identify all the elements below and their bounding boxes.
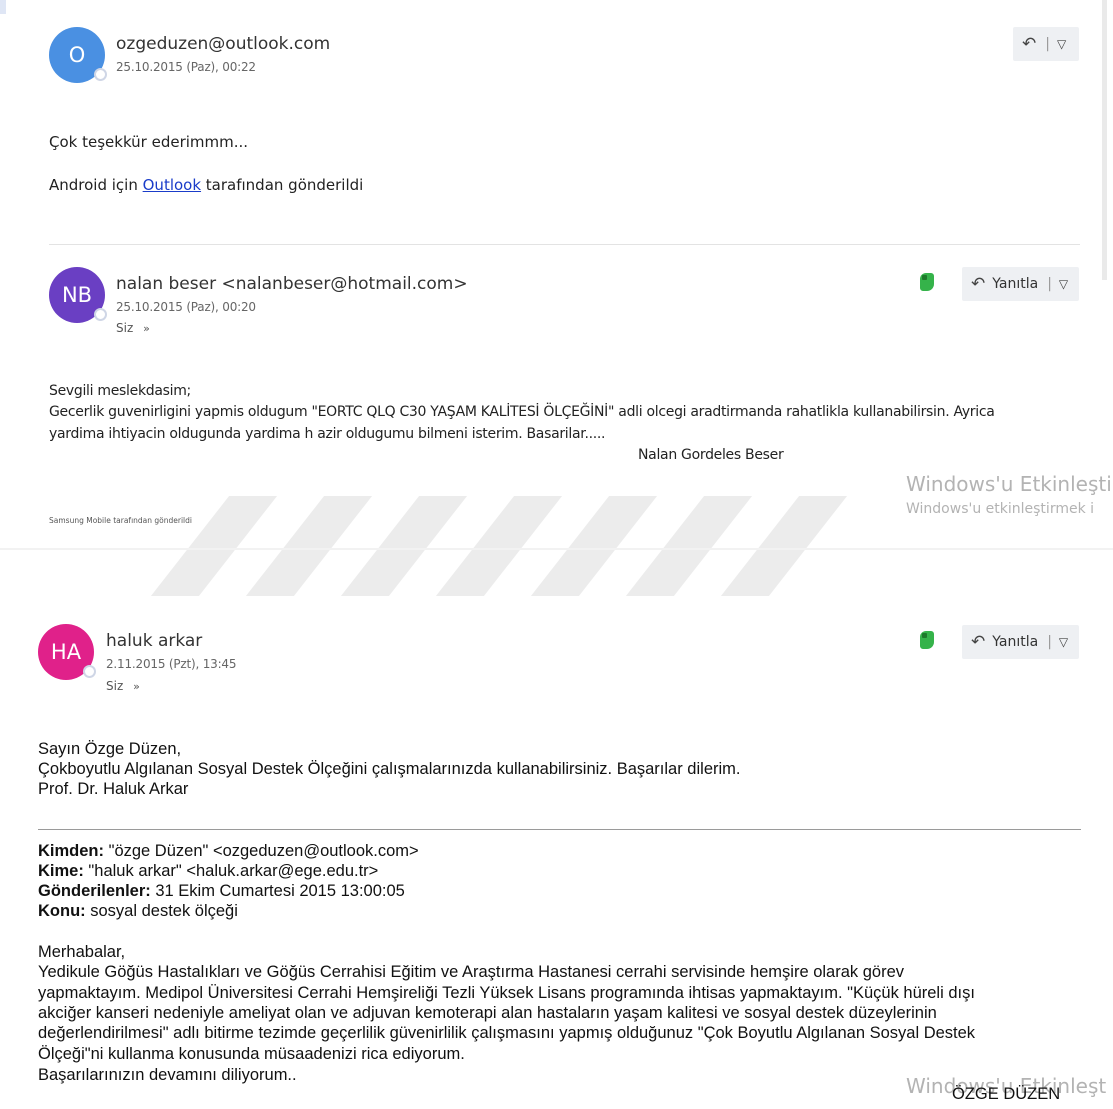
body-line-1: Çok teşekkür ederimmm... xyxy=(49,133,249,151)
recipient-label: Siz xyxy=(116,321,134,335)
quoted-from: Kimden: "özge Düzen" <ozgeduzen@outlook.… xyxy=(38,841,419,861)
to-value: "haluk arkar" <haluk.arkar@ege.edu.tr> xyxy=(83,862,379,880)
evernote-icon[interactable] xyxy=(920,631,934,649)
message-date: 25.10.2015 (Paz), 00:20 xyxy=(116,300,256,314)
recipient-label: Siz xyxy=(106,679,124,693)
subject-value: sosyal destek ölçeği xyxy=(85,902,238,920)
reply-icon: ↶ xyxy=(1022,34,1037,54)
recipients-toggle[interactable]: Siz » xyxy=(106,679,140,693)
body-line-2: Android için Outlook tarafından gönderil… xyxy=(49,176,363,194)
sender-name[interactable]: ozgeduzen@outlook.com xyxy=(116,34,330,54)
quoted-sent: Gönderilenler: 31 Ekim Cumartesi 2015 13… xyxy=(38,881,405,901)
chevron-down-icon[interactable]: ▽ xyxy=(1057,37,1066,51)
reply-icon: ↶ xyxy=(971,632,986,652)
expand-icon: » xyxy=(143,322,150,335)
sender-name[interactable]: haluk arkar xyxy=(106,631,202,651)
quoted-line-4: değerlendirilmesi" adlı bitirme tezimde … xyxy=(38,1024,976,1042)
sent-label: Gönderilenler: xyxy=(38,882,151,900)
presence-icon xyxy=(94,68,107,81)
divider: | xyxy=(1047,634,1052,650)
quoted-line-3: akciğer kanseri nedeniyle ameliyat olan … xyxy=(38,1004,937,1022)
expand-icon: » xyxy=(133,680,140,693)
body-text: tarafından gönderildi xyxy=(201,176,364,194)
reply-button[interactable]: ↶ Yanıtla | ▽ xyxy=(962,267,1079,301)
presence-icon xyxy=(94,308,107,321)
reply-icon: ↶ xyxy=(971,274,986,294)
sender-name[interactable]: nalan beser <nalanbeser@hotmail.com> xyxy=(116,274,468,294)
body-line-2: Çokboyutlu Algılanan Sosyal Destek Ölçeğ… xyxy=(38,760,741,778)
avatar-initials: O xyxy=(68,43,86,67)
quoted-line-1: Yedikule Göğüs Hastalıkları ve Göğüs Cer… xyxy=(38,963,905,981)
avatar[interactable]: HA xyxy=(38,624,96,680)
right-scrollbar[interactable] xyxy=(1102,0,1107,280)
body-greeting: Sevgili meslekdasim; xyxy=(49,383,191,399)
screenshot-separator xyxy=(0,548,1113,550)
activation-watermark-subtitle: Windows'u etkinleştirmek i xyxy=(906,501,1095,517)
reply-button[interactable]: ↶ Yanıtla | ▽ xyxy=(962,625,1079,659)
reply-button[interactable]: ↶ | ▽ xyxy=(1013,27,1079,61)
reply-label: Yanıtla xyxy=(992,276,1039,292)
body-line-3: Prof. Dr. Haluk Arkar xyxy=(38,780,189,798)
avatar[interactable]: NB xyxy=(49,267,107,323)
quoted-line-6: Başarılarınızın devamını diliyorum.. xyxy=(38,1066,297,1084)
from-label: Kimden: xyxy=(38,842,104,860)
mobile-footer: Samsung Mobile tarafından gönderildi xyxy=(49,516,192,525)
message-date: 2.11.2015 (Pzt), 13:45 xyxy=(106,657,237,671)
left-accent-bar xyxy=(0,0,6,14)
quoted-line-5: Ölçeği"ni kullanma konusunda müsaadenizi… xyxy=(38,1045,465,1063)
quoted-subject: Konu: sosyal destek ölçeği xyxy=(38,901,238,921)
evernote-icon[interactable] xyxy=(920,273,934,291)
recipients-toggle[interactable]: Siz » xyxy=(116,321,150,335)
activation-watermark-title: Windows'u Etkinleşti xyxy=(906,472,1112,496)
signature: Nalan Gordeles Beser xyxy=(638,447,784,463)
quote-divider xyxy=(38,829,1081,830)
sent-value: 31 Ekim Cumartesi 2015 13:00:05 xyxy=(150,882,405,900)
body-text: Android için xyxy=(49,176,143,194)
quoted-greeting: Merhabalar, xyxy=(38,943,126,961)
to-label: Kime: xyxy=(38,862,84,880)
avatar-initials: HA xyxy=(50,640,82,664)
chevron-down-icon[interactable]: ▽ xyxy=(1059,635,1068,649)
subject-label: Konu: xyxy=(38,902,86,920)
chevron-down-icon[interactable]: ▽ xyxy=(1059,277,1068,291)
avatar[interactable]: O xyxy=(49,27,107,83)
outlook-link[interactable]: Outlook xyxy=(143,176,201,194)
message-divider xyxy=(49,244,1080,245)
divider: | xyxy=(1047,276,1052,292)
body-line-1: Sayın Özge Düzen, xyxy=(38,740,182,758)
from-value: "özge Düzen" <ozgeduzen@outlook.com> xyxy=(104,842,419,860)
presence-icon xyxy=(83,665,96,678)
avatar-initials: NB xyxy=(61,283,93,307)
reply-label: Yanıtla xyxy=(992,634,1039,650)
divider: | xyxy=(1045,36,1050,52)
quoted-to: Kime: "haluk arkar" <haluk.arkar@ege.edu… xyxy=(38,861,378,881)
message-date: 25.10.2015 (Paz), 00:22 xyxy=(116,60,256,74)
quoted-signature: ÖZGE DÜZEN xyxy=(952,1085,1061,1103)
body-line-2: yardima ihtiyacin oldugunda yardima h az… xyxy=(49,426,606,442)
quoted-line-2: yapmaktayım. Medipol Üniversitesi Cerrah… xyxy=(38,984,975,1002)
body-line-1: Gecerlik guvenirligini yapmis oldugum "E… xyxy=(49,404,995,420)
